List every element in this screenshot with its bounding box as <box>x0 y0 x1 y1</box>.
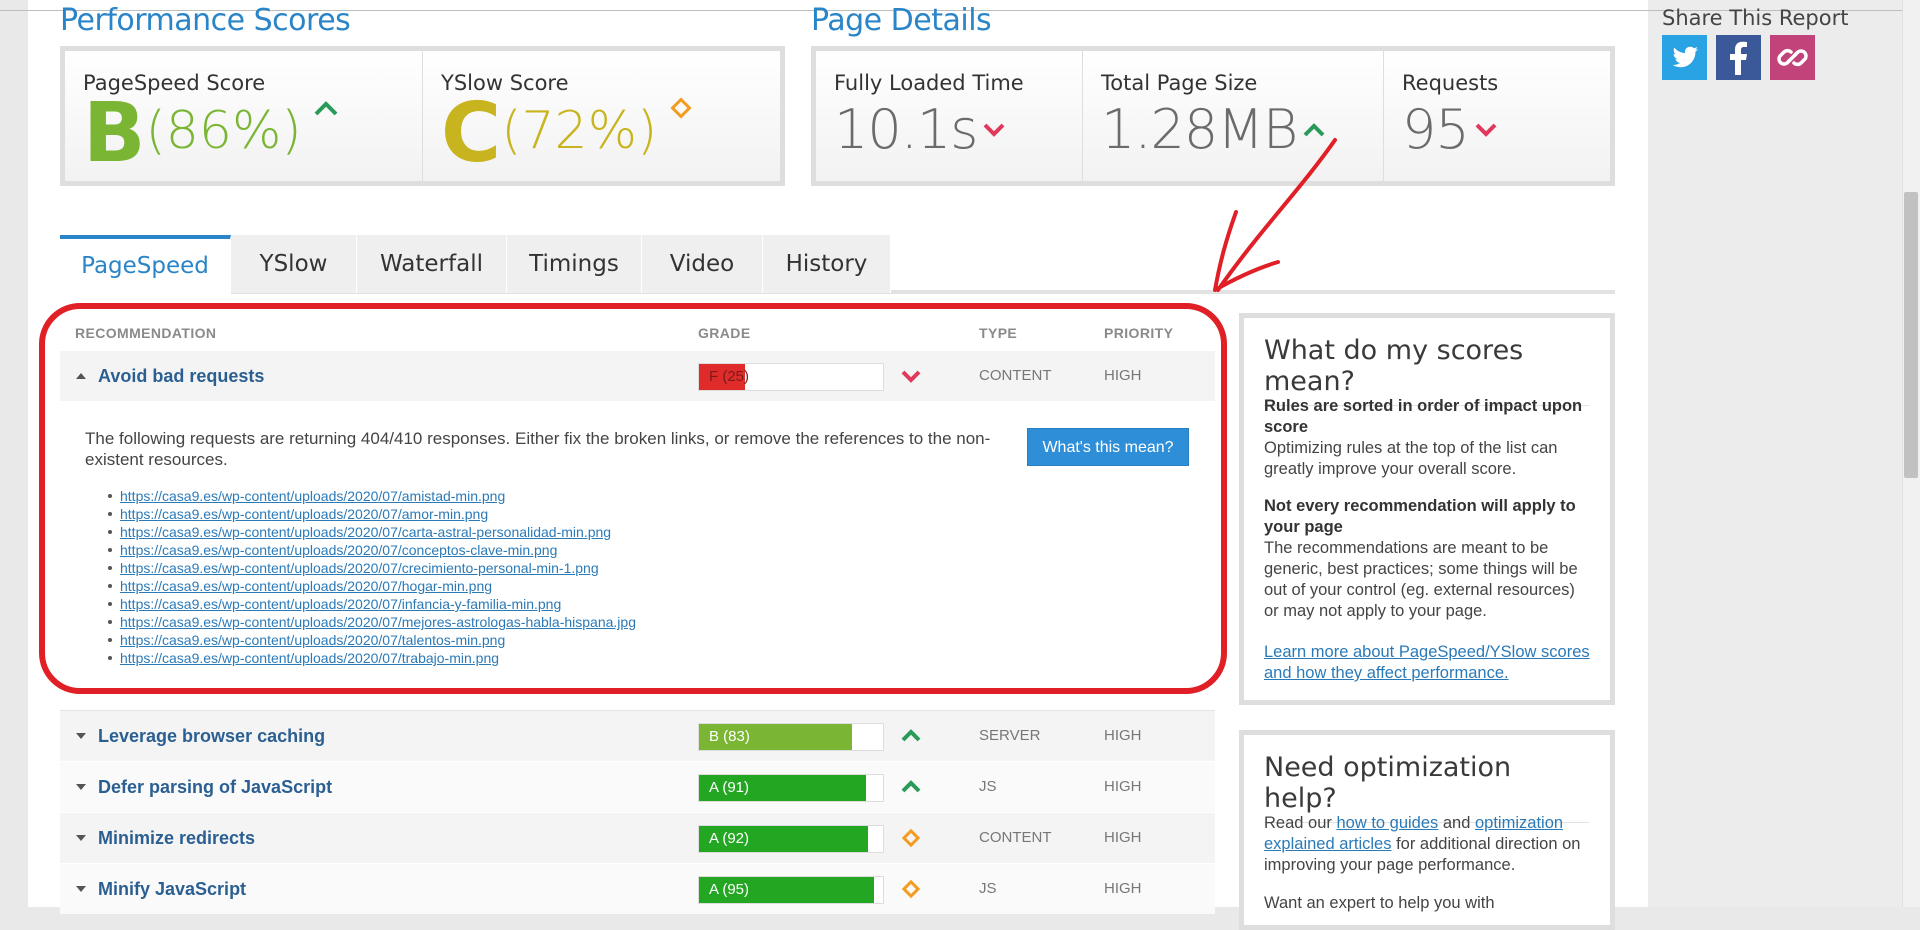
scores-help-text: The recommendations are meant to be gene… <box>1264 539 1578 620</box>
scrollbar-thumb[interactable] <box>1904 192 1918 478</box>
scores-help-heading: Rules are sorted in order of impact upon… <box>1264 397 1583 436</box>
trend-up-icon <box>901 780 921 793</box>
recommendation-priority: HIGH <box>1104 778 1142 795</box>
scores-help-body: Rules are sorted in order of impact upon… <box>1264 396 1594 480</box>
recommendation-type: SERVER <box>979 727 1041 744</box>
grade-text: A (95) <box>709 881 750 898</box>
grade-bar: B (83) <box>698 723 884 751</box>
trend-neutral-icon <box>901 828 921 848</box>
recommendation-type: CONTENT <box>979 829 1052 846</box>
recommendation-title[interactable]: Minimize redirects <box>98 813 255 863</box>
scores-help-link-wrap: Learn more about PageSpeed/YSlow scores … <box>1264 642 1594 684</box>
help-text: and <box>1438 814 1475 832</box>
caret-down-icon[interactable] <box>74 762 88 812</box>
help-text: Read our <box>1264 814 1337 832</box>
scores-help-text: Optimizing rules at the top of the list … <box>1264 439 1558 478</box>
scores-help-box: What do my scores mean? Rules are sorted… <box>1239 313 1615 705</box>
recommendation-row[interactable]: Leverage browser caching B (83) SERVER H… <box>60 711 1215 761</box>
how-to-guides-link[interactable]: how to guides <box>1336 814 1438 832</box>
scores-help-body: Not every recommendation will apply to y… <box>1264 496 1594 622</box>
trend-up-icon <box>901 729 921 742</box>
scores-help-heading: Not every recommendation will apply to y… <box>1264 497 1576 536</box>
grade-bar: A (92) <box>698 825 884 853</box>
optimization-help-body: Read our how to guides and optimization … <box>1264 813 1594 876</box>
annotation-highlight-box <box>39 303 1227 694</box>
grade-text: A (91) <box>709 779 750 796</box>
caret-down-icon[interactable] <box>74 711 88 761</box>
grade-bar: A (95) <box>698 876 884 904</box>
recommendation-priority: HIGH <box>1104 829 1142 846</box>
learn-more-link[interactable]: Learn more about PageSpeed/YSlow scores … <box>1264 643 1590 682</box>
recommendation-type: JS <box>979 778 997 795</box>
grade-text: B (83) <box>709 728 750 745</box>
recommendation-title[interactable]: Defer parsing of JavaScript <box>98 762 332 812</box>
recommendation-row[interactable]: Minimize redirects A (92) CONTENT HIGH <box>60 813 1215 863</box>
trend-neutral-icon <box>901 879 921 899</box>
caret-down-icon[interactable] <box>74 813 88 863</box>
expert-help-text: Want an expert to help you with <box>1264 894 1495 912</box>
recommendation-row[interactable]: Defer parsing of JavaScript A (91) JS HI… <box>60 762 1215 812</box>
recommendation-priority: HIGH <box>1104 727 1142 744</box>
grade-text: A (92) <box>709 830 750 847</box>
recommendation-title[interactable]: Leverage browser caching <box>98 711 325 761</box>
grade-bar: A (91) <box>698 774 884 802</box>
optimization-help-box: Need optimization help? Read our how to … <box>1239 730 1615 930</box>
